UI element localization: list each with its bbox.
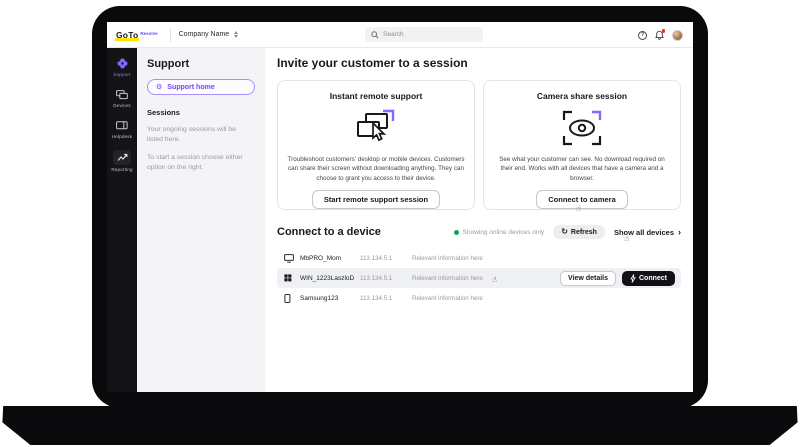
show-all-devices-link[interactable]: Show all devices › bbox=[613, 226, 681, 237]
refresh-label: Refresh bbox=[570, 228, 597, 236]
camera-share-icon bbox=[484, 101, 680, 155]
device-row-samsung[interactable]: Samsung123 113.134.5.1 Relevant informat… bbox=[277, 288, 681, 308]
search-input[interactable] bbox=[383, 31, 473, 38]
nav-item-helpdesk[interactable]: Helpdesk bbox=[107, 119, 137, 139]
nav-label: Support bbox=[113, 72, 131, 77]
card-description: See what your customer can see. No downl… bbox=[499, 156, 665, 182]
laptop-mockup: GoTo Resolve Company Name ? bbox=[0, 0, 800, 447]
topbar-right: ? bbox=[638, 22, 683, 48]
row-actions: View details Connect bbox=[560, 268, 675, 288]
resolve-product-label: Resolve bbox=[140, 30, 158, 36]
goto-resolve-logo: GoTo Resolve bbox=[107, 29, 166, 41]
goto-logo-text: GoTo bbox=[115, 29, 140, 41]
devices-heading: Connect to a device bbox=[277, 226, 381, 238]
card-description: Troubleshoot customers' desktop or mobil… bbox=[287, 156, 465, 182]
connect-label: Connect bbox=[639, 274, 667, 282]
support-sidebar: Support ⚙ Support home Sessions Your ong… bbox=[137, 48, 265, 392]
online-filter-status: Showing online devices only bbox=[453, 228, 545, 236]
windows-icon bbox=[284, 274, 300, 282]
topbar: GoTo Resolve Company Name ? bbox=[107, 22, 693, 48]
camera-share-card: Camera share session See what your custo… bbox=[483, 80, 681, 213]
devices-controls: Showing online devices only ↻ Refresh Sh… bbox=[453, 225, 681, 239]
card-title: Camera share session bbox=[536, 91, 628, 101]
help-glyph: ? bbox=[640, 32, 645, 38]
device-list: MbPRO_Mom 113.134.5.1 Relevant informati… bbox=[277, 248, 681, 308]
search-icon bbox=[371, 30, 379, 39]
company-name-label: Company Name bbox=[178, 31, 230, 38]
user-avatar[interactable] bbox=[672, 29, 683, 41]
sessions-heading: Sessions bbox=[147, 108, 180, 117]
gear-icon: ⚙ bbox=[156, 83, 163, 91]
instant-remote-support-card: Instant remote support Troubleshoot cust… bbox=[277, 80, 475, 210]
support-icon bbox=[114, 57, 130, 70]
app-window: GoTo Resolve Company Name ? bbox=[107, 22, 693, 392]
nav-label: Reporting bbox=[111, 167, 133, 172]
refresh-icon: ↻ bbox=[561, 227, 568, 236]
device-ip: 113.134.5.1 bbox=[360, 274, 393, 282]
device-ip: 113.134.5.1 bbox=[360, 254, 393, 262]
nav-item-reporting[interactable]: Reporting bbox=[107, 150, 137, 172]
device-name: WIN_1223LaszloD bbox=[300, 274, 355, 282]
sidebar-title: Support bbox=[147, 58, 190, 70]
topbar-divider bbox=[169, 27, 171, 42]
sessions-empty-text: Your ongoing sessions will be listed her… bbox=[147, 126, 236, 143]
online-dot-icon bbox=[453, 229, 459, 235]
show-all-label: Show all devices bbox=[613, 227, 674, 237]
devices-section-header: Connect to a device Showing online devic… bbox=[277, 225, 681, 239]
start-remote-support-button[interactable]: Start remote support session bbox=[311, 190, 441, 210]
device-info: Relevant information here bbox=[412, 274, 483, 282]
nav-label: Devices bbox=[113, 103, 131, 108]
online-status-text: Showing online devices only bbox=[462, 228, 545, 236]
device-name: MbPRO_Mom bbox=[300, 254, 342, 262]
refresh-button[interactable]: ↻ Refresh bbox=[553, 225, 605, 239]
logo-yellow-underline bbox=[115, 38, 140, 41]
device-name: Samsung123 bbox=[300, 294, 339, 302]
support-home-label: Support home bbox=[167, 83, 215, 91]
connect-button[interactable]: Connect bbox=[622, 270, 675, 286]
device-ip: 113.134.5.1 bbox=[360, 294, 393, 302]
desktop-icon bbox=[284, 253, 300, 263]
device-row-win[interactable]: WIN_1223LaszloD 113.134.5.1 Relevant inf… bbox=[277, 268, 681, 288]
company-selector[interactable]: Company Name bbox=[178, 30, 239, 39]
nav-item-devices[interactable]: Devices bbox=[107, 88, 137, 108]
device-row-mbpro[interactable]: MbPRO_Mom 113.134.5.1 Relevant informati… bbox=[277, 248, 681, 268]
remote-support-icon bbox=[278, 101, 474, 155]
notifications-button[interactable] bbox=[655, 29, 665, 40]
view-details-button[interactable]: View details bbox=[560, 270, 616, 286]
main-content: Invite your customer to a session Instan… bbox=[265, 48, 693, 392]
help-icon[interactable]: ? bbox=[638, 30, 647, 40]
hand-cursor-row: ☝ bbox=[492, 275, 497, 284]
device-info: Relevant information here bbox=[412, 294, 483, 302]
invite-heading: Invite your customer to a session bbox=[277, 56, 468, 70]
chevron-right-icon: › bbox=[678, 226, 681, 237]
helpdesk-icon bbox=[114, 119, 130, 132]
company-sort-icon bbox=[234, 30, 239, 39]
nav-label: Helpdesk bbox=[111, 134, 133, 139]
connect-to-camera-button[interactable]: Connect to camera bbox=[536, 190, 628, 210]
search-box[interactable] bbox=[365, 27, 483, 42]
laptop-base bbox=[2, 406, 798, 445]
notification-badge bbox=[661, 29, 665, 33]
reporting-icon bbox=[113, 150, 131, 165]
phone-icon bbox=[284, 293, 300, 303]
lightning-icon bbox=[630, 273, 636, 283]
sessions-hint-text: To start a session choose either option … bbox=[147, 153, 243, 171]
card-title: Instant remote support bbox=[329, 91, 423, 101]
nav-rail: Support Devices Helpdesk Reporting bbox=[107, 48, 137, 392]
device-info: Relevant information here bbox=[412, 254, 483, 262]
session-cards: Instant remote support Troubleshoot cust… bbox=[277, 80, 681, 213]
devices-icon bbox=[114, 88, 130, 101]
support-home-button[interactable]: ⚙ Support home bbox=[147, 79, 255, 95]
nav-item-support[interactable]: Support bbox=[107, 57, 137, 77]
